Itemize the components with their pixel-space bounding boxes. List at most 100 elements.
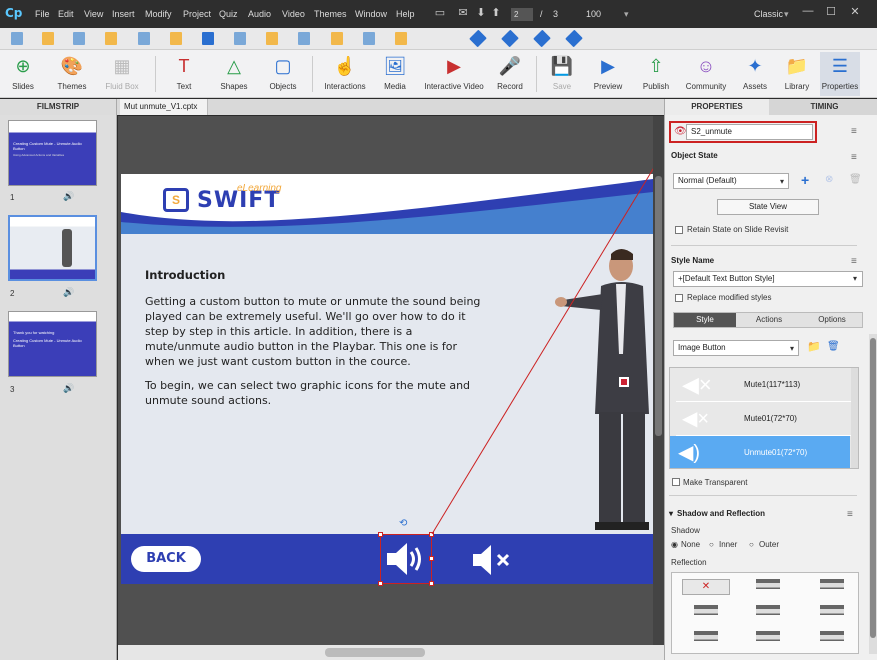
menu-file[interactable]: File bbox=[35, 9, 50, 19]
monitor-icon[interactable]: ▭ bbox=[433, 6, 447, 20]
workspace-select[interactable]: Classic bbox=[754, 9, 783, 19]
send-back-icon[interactable] bbox=[565, 29, 583, 48]
mail-icon[interactable]: ✉ bbox=[456, 6, 470, 20]
vertical-scrollbar[interactable] bbox=[653, 116, 664, 645]
preview-button[interactable]: ▶ Preview bbox=[590, 52, 626, 96]
align-center-icon[interactable] bbox=[42, 32, 54, 45]
state-select[interactable]: Normal (Default) bbox=[673, 173, 789, 189]
resize-handle[interactable] bbox=[429, 581, 434, 586]
horizontal-scrollbar[interactable] bbox=[118, 645, 664, 660]
reflection-preset[interactable] bbox=[820, 631, 844, 645]
send-backward-icon[interactable] bbox=[533, 29, 551, 48]
reflection-preset[interactable] bbox=[820, 579, 844, 593]
add-state-icon[interactable]: + bbox=[801, 172, 809, 188]
page-current-input[interactable]: 2 bbox=[511, 8, 533, 21]
reflection-preset[interactable] bbox=[694, 631, 718, 645]
align-right-icon[interactable] bbox=[73, 32, 85, 45]
interactions-button[interactable]: ☝ Interactions bbox=[320, 52, 370, 96]
same-size-icon[interactable] bbox=[331, 32, 343, 45]
themes-button[interactable]: 🎨 Themes bbox=[50, 52, 94, 96]
maximize-icon[interactable]: ☐ bbox=[824, 5, 838, 19]
reflection-preset[interactable] bbox=[756, 579, 780, 593]
state-view-button[interactable]: State View bbox=[717, 199, 819, 215]
slide-text-block[interactable]: Introduction Getting a custom button to … bbox=[145, 268, 490, 417]
style-name-select[interactable]: +[Default Text Button Style] bbox=[673, 271, 863, 287]
back-button[interactable]: BACK bbox=[131, 546, 201, 572]
resize-handle[interactable] bbox=[378, 581, 383, 586]
subtab-actions[interactable]: Actions bbox=[738, 313, 800, 327]
mute-speaker-icon[interactable] bbox=[471, 542, 515, 578]
panel-menu-icon[interactable]: ≡ bbox=[851, 152, 857, 163]
center-horizontal-icon[interactable] bbox=[363, 32, 375, 45]
menu-quiz[interactable]: Quiz bbox=[219, 9, 238, 19]
expand-chevron-icon[interactable]: ▾ bbox=[669, 509, 673, 518]
arrow-up-icon[interactable]: ⬆ bbox=[489, 6, 503, 20]
zoom-chevron-icon[interactable]: ▾ bbox=[624, 9, 629, 20]
properties-scrollbar[interactable] bbox=[869, 334, 877, 654]
make-transparent-checkbox[interactable] bbox=[672, 478, 680, 486]
menu-insert[interactable]: Insert bbox=[112, 9, 135, 19]
list-item-selected[interactable]: ◀) Unmute01(72*70) bbox=[670, 436, 850, 468]
align-middle-icon[interactable] bbox=[138, 32, 150, 45]
menu-themes[interactable]: Themes bbox=[314, 9, 347, 19]
menu-edit[interactable]: Edit bbox=[58, 9, 74, 19]
reflection-preset[interactable] bbox=[820, 605, 844, 619]
publish-button[interactable]: ⇧ Publish bbox=[638, 52, 674, 96]
library-button[interactable]: 📁 Library bbox=[780, 52, 814, 96]
radio-inner-icon[interactable]: ○ bbox=[709, 540, 714, 549]
reflection-preset[interactable] bbox=[756, 605, 780, 619]
same-width-icon[interactable] bbox=[266, 32, 278, 45]
hotspot-marker[interactable] bbox=[619, 377, 629, 387]
subtab-options[interactable]: Options bbox=[802, 313, 862, 327]
slide-thumbnail-2[interactable] bbox=[8, 215, 97, 281]
bring-forward-icon[interactable] bbox=[501, 29, 519, 48]
vertical-scroll-thumb[interactable] bbox=[655, 176, 662, 436]
list-scrollbar[interactable] bbox=[851, 368, 858, 468]
menu-project[interactable]: Project bbox=[183, 9, 211, 19]
distribute-vertical-icon[interactable] bbox=[234, 32, 246, 45]
resize-handle[interactable] bbox=[429, 556, 434, 561]
reflection-preset[interactable] bbox=[694, 605, 718, 619]
menu-view[interactable]: View bbox=[84, 9, 103, 19]
visibility-eye-icon[interactable]: 👁 bbox=[674, 126, 687, 137]
workspace-chevron-icon[interactable]: ▾ bbox=[784, 9, 789, 20]
community-button[interactable]: ☺ Community bbox=[684, 52, 728, 96]
menu-window[interactable]: Window bbox=[355, 9, 387, 19]
reflection-none-cell[interactable]: ✕ bbox=[682, 579, 730, 595]
subtab-style[interactable]: Style bbox=[674, 313, 736, 327]
document-tab[interactable]: Mut unmute_V1.cptx bbox=[120, 99, 208, 115]
slide-canvas[interactable]: S SWIFT eLearning Introduction Getting a… bbox=[121, 174, 653, 584]
replace-styles-checkbox[interactable] bbox=[675, 294, 683, 302]
shapes-button[interactable]: △ Shapes bbox=[214, 52, 254, 96]
align-bottom-icon[interactable] bbox=[170, 32, 182, 45]
menu-audio[interactable]: Audio bbox=[248, 9, 271, 19]
button-type-select[interactable]: Image Button bbox=[673, 340, 799, 356]
delete-state-icon[interactable]: 🗑 bbox=[849, 174, 862, 185]
menu-help[interactable]: Help bbox=[396, 9, 415, 19]
list-item[interactable]: ◀× Mute01(72*70) bbox=[676, 402, 856, 436]
slide-thumbnail-1[interactable]: Creating Custom Mute - Unmute Audio Butt… bbox=[8, 120, 97, 186]
tab-timing[interactable]: TIMING bbox=[771, 99, 877, 115]
properties-button[interactable]: ☰ Properties bbox=[820, 52, 860, 96]
slide-thumbnail-3[interactable]: Thank you for watching Creating Custom M… bbox=[8, 311, 97, 377]
same-height-icon[interactable] bbox=[298, 32, 310, 45]
radio-outer-icon[interactable]: ○ bbox=[749, 540, 754, 549]
object-name-field[interactable]: S2_unmute bbox=[686, 124, 813, 140]
presenter-image[interactable] bbox=[553, 244, 653, 534]
rotate-handle-icon[interactable]: ⟲ bbox=[399, 518, 407, 529]
distribute-horizontal-icon[interactable] bbox=[202, 32, 214, 45]
selection-box[interactable] bbox=[378, 532, 434, 586]
properties-scroll-thumb[interactable] bbox=[870, 338, 876, 638]
menu-modify[interactable]: Modify bbox=[145, 9, 172, 19]
list-item[interactable]: ◀× Mute1(117*113) bbox=[676, 368, 856, 402]
fluid-box-button[interactable]: ▦ Fluid Box bbox=[102, 52, 142, 96]
interactive-video-button[interactable]: ▶ Interactive Video bbox=[422, 52, 486, 96]
trash-icon[interactable]: 🗑 bbox=[827, 341, 840, 352]
center-vertical-icon[interactable] bbox=[395, 32, 407, 45]
panel-menu-icon[interactable]: ≡ bbox=[851, 126, 857, 137]
record-button[interactable]: 🎤 Record bbox=[494, 52, 526, 96]
radio-none-icon[interactable]: ◉ bbox=[671, 540, 678, 549]
resize-handle[interactable] bbox=[429, 532, 434, 537]
media-button[interactable]: 🖼 Media bbox=[378, 52, 412, 96]
assets-button[interactable]: ✦ Assets bbox=[738, 52, 772, 96]
